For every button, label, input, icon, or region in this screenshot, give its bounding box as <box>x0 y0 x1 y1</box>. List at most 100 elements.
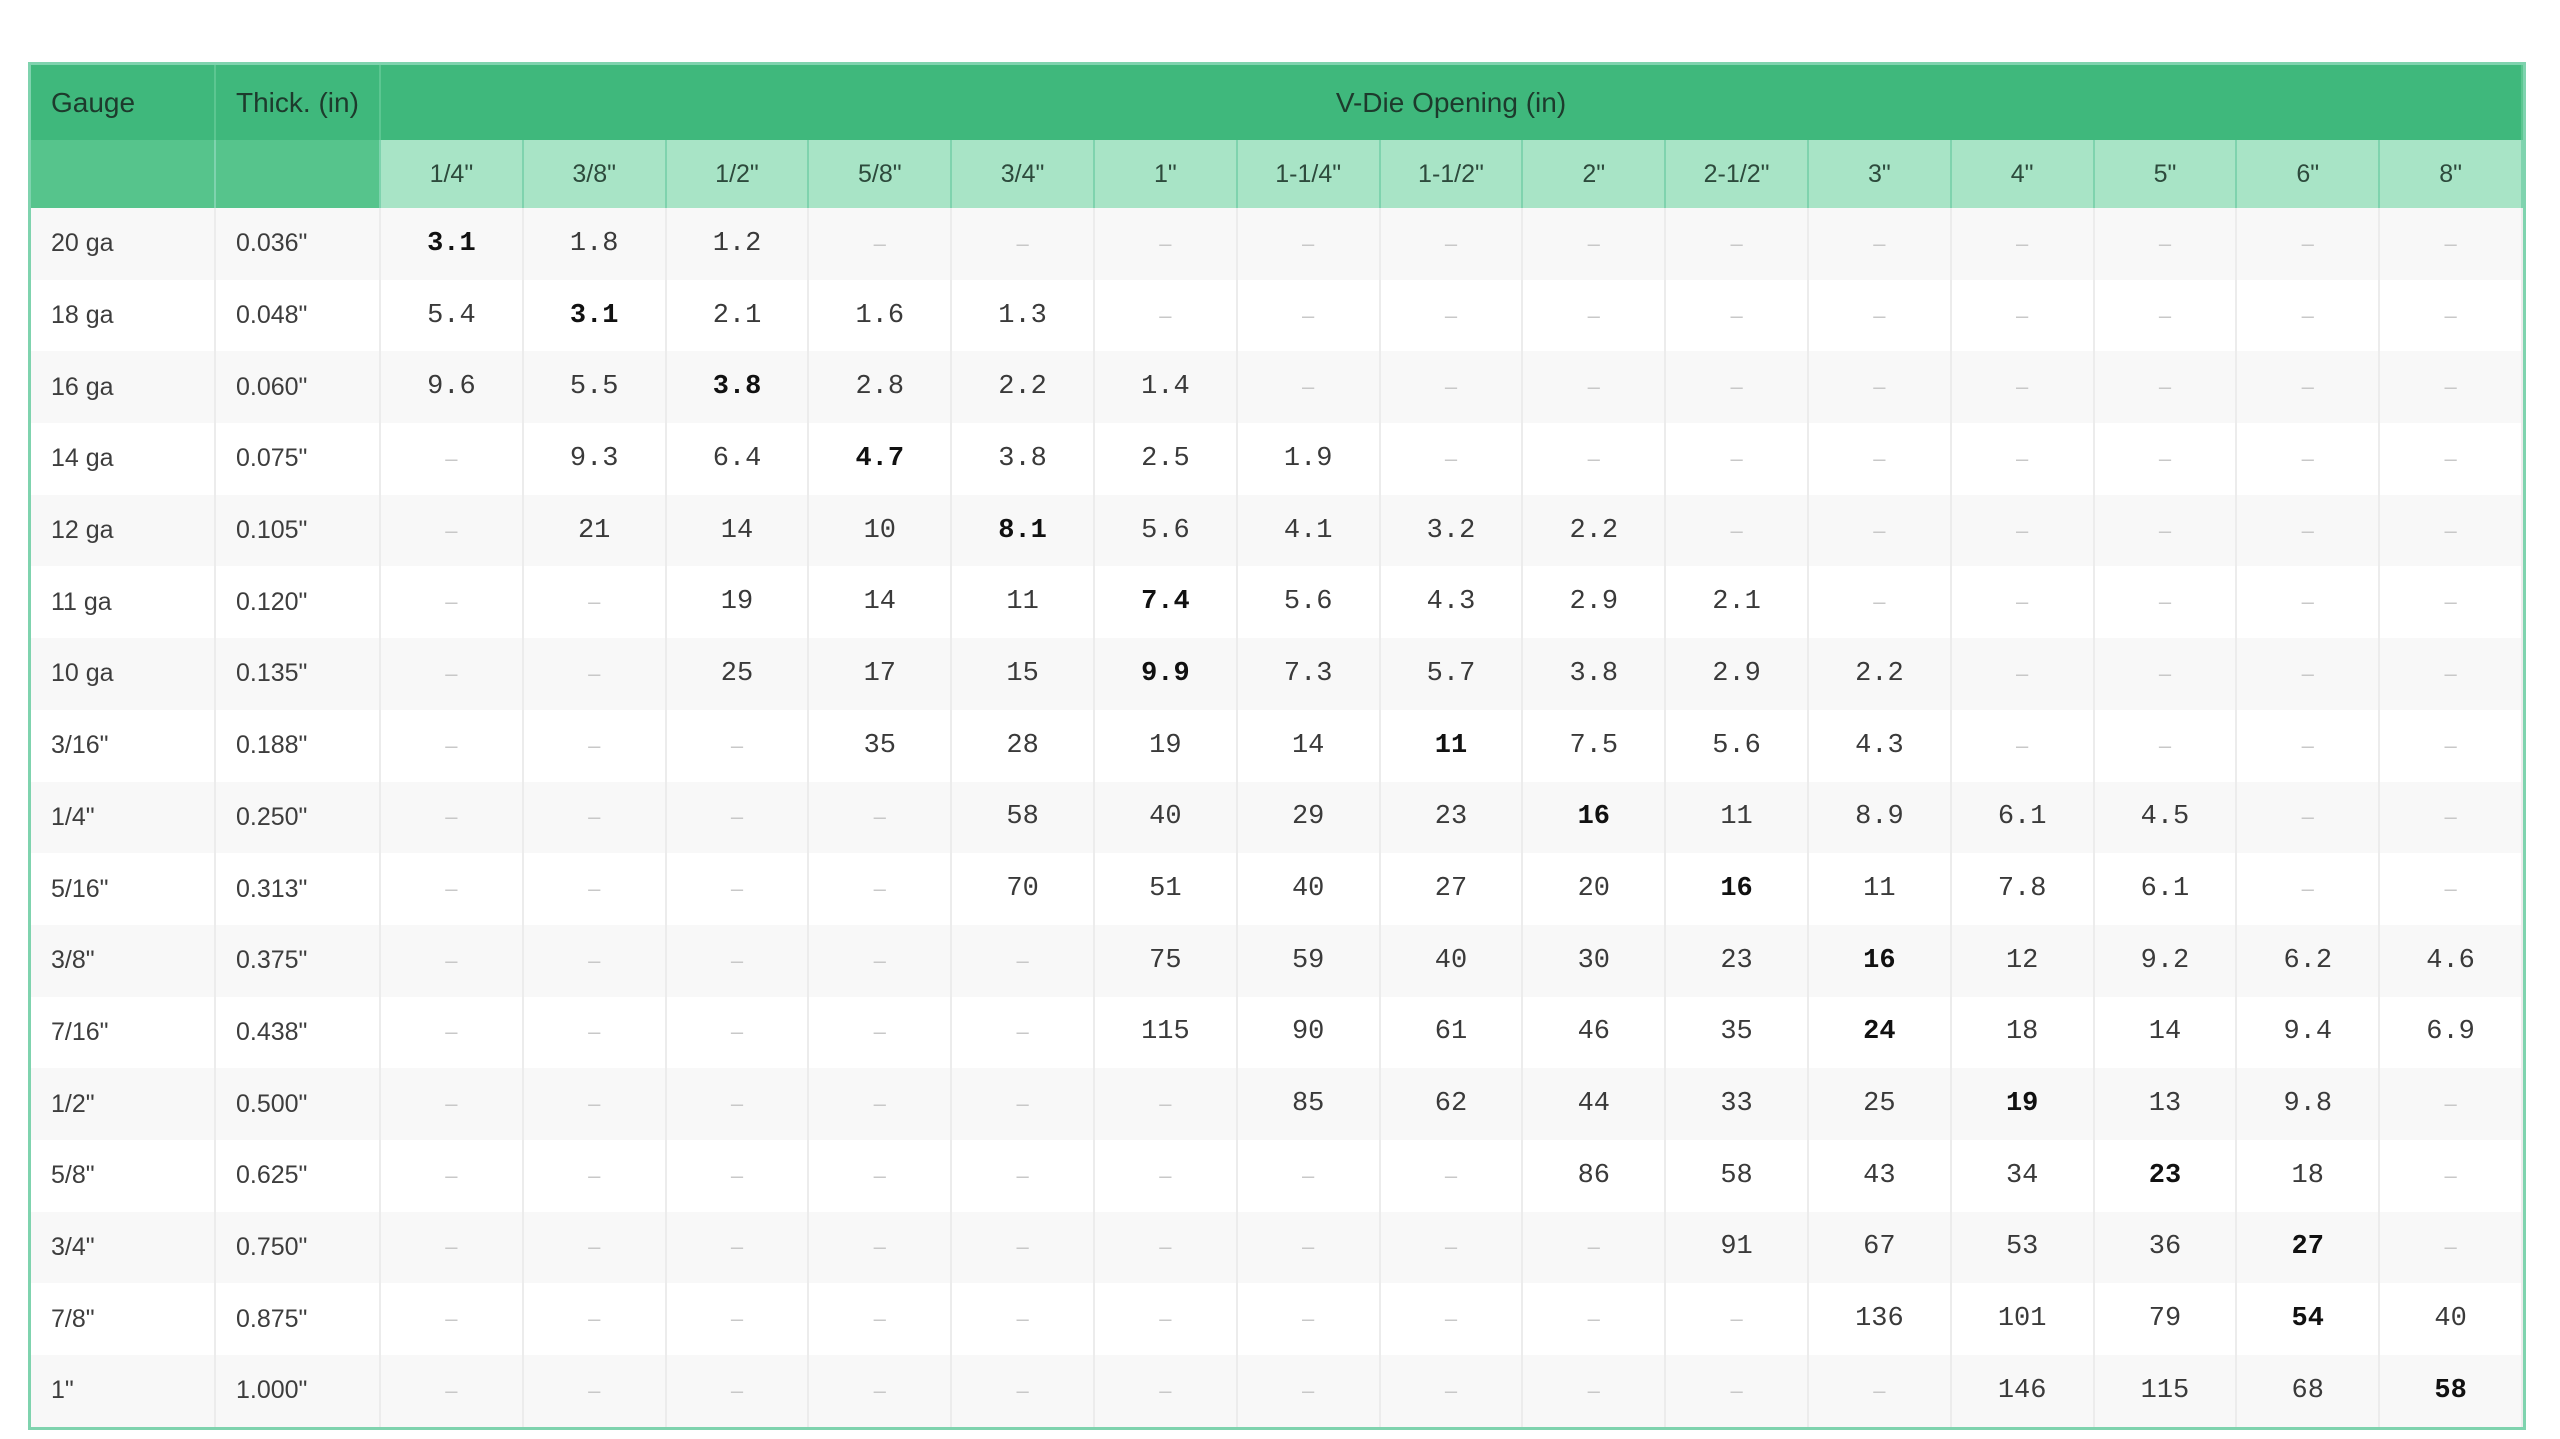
empty-cell: – <box>2236 423 2381 495</box>
empty-cell: – <box>1093 1211 1238 1284</box>
table-row: 11 ga 0.120" – –19 14 11 7.4 5.6 4.3 2.9 2.1– – – – – <box>31 566 2523 639</box>
empty-cell: – <box>665 781 810 854</box>
empty-cell: – <box>2379 566 2523 639</box>
tonnage-cell: 15 <box>951 638 1095 710</box>
empty-cell: – <box>1950 208 2095 280</box>
tonnage-cell: 17 <box>808 638 953 710</box>
tonnage-cell: 14 <box>808 566 953 639</box>
tonnage-cell: 9.8 <box>2236 1068 2381 1140</box>
gauge-subheader-blank <box>31 140 216 208</box>
recommended-tonnage-cell: 58 <box>2379 1355 2523 1427</box>
recommended-tonnage-cell: 16 <box>1807 924 1952 997</box>
press-brake-tonnage-table: Gauge Thick. (in) V-Die Opening (in) 1/4… <box>28 62 2526 1430</box>
tonnage-cell: 59 <box>1236 924 1381 997</box>
tonnage-cell: 9.4 <box>2236 996 2381 1069</box>
tonnage-cell: 11 <box>1807 853 1952 925</box>
empty-cell: – <box>808 1355 953 1427</box>
tonnage-cell: 5.4 <box>380 279 524 352</box>
empty-cell: – <box>1807 494 1952 567</box>
tonnage-cell: 18 <box>2236 1139 2381 1212</box>
thickness-cell: 0.060" <box>215 351 381 424</box>
recommended-tonnage-cell: 24 <box>1807 996 1952 1069</box>
empty-cell: – <box>1665 494 1809 567</box>
gauge-cell: 18 ga <box>31 279 216 352</box>
empty-cell: – <box>380 638 524 710</box>
empty-cell: – <box>2379 208 2523 280</box>
empty-cell: – <box>1950 351 2095 424</box>
empty-cell: – <box>1093 208 1238 280</box>
empty-cell: – <box>1665 423 1809 495</box>
tonnage-cell: 20 <box>1522 853 1667 925</box>
empty-cell: – <box>1807 351 1952 424</box>
recommended-tonnage-cell: 16 <box>1665 853 1809 925</box>
tonnage-cell: 14 <box>665 494 810 567</box>
recommended-tonnage-cell: 16 <box>1522 781 1667 854</box>
tonnage-cell: 115 <box>1093 996 1238 1069</box>
empty-cell: – <box>1379 1211 1524 1284</box>
empty-cell: – <box>1950 709 2095 782</box>
empty-cell: – <box>380 1139 524 1212</box>
tonnage-cell: 2.1 <box>665 279 810 352</box>
recommended-tonnage-cell: 7.4 <box>1093 566 1238 639</box>
empty-cell: – <box>2379 279 2523 352</box>
empty-cell: – <box>951 1139 1095 1212</box>
v-die-opening-header: V-Die Opening (in) <box>380 65 2523 140</box>
empty-cell: – <box>951 1355 1095 1427</box>
empty-cell: – <box>1236 1211 1381 1284</box>
opening-header: 2" <box>1522 140 1667 208</box>
tonnage-cell: 136 <box>1807 1283 1952 1355</box>
tonnage-cell: 51 <box>1093 853 1238 925</box>
empty-cell: – <box>1093 279 1238 352</box>
gauge-cell: 3/4" <box>31 1211 216 1284</box>
empty-cell: – <box>522 566 667 639</box>
recommended-tonnage-cell: 19 <box>1950 1068 2095 1140</box>
empty-cell: – <box>380 423 524 495</box>
empty-cell: – <box>2093 709 2238 782</box>
empty-cell: – <box>1522 1211 1667 1284</box>
empty-cell: – <box>2379 423 2523 495</box>
empty-cell: – <box>2236 709 2381 782</box>
gauge-cell: 5/8" <box>31 1139 216 1212</box>
thickness-cell: 0.105" <box>215 494 381 567</box>
tonnage-cell: 11 <box>1665 781 1809 854</box>
tonnage-grid: Gauge Thick. (in) V-Die Opening (in) 1/4… <box>31 65 2523 1427</box>
table-row: 1" 1.000" – – – – – – – – – – –146 115 68 58 <box>31 1355 2523 1427</box>
empty-cell: – <box>951 1211 1095 1284</box>
empty-cell: – <box>380 709 524 782</box>
table-row: 16 ga 0.060" 9.6 5.5 3.8 2.8 2.2 1.4– – – – – – – – – <box>31 351 2523 424</box>
empty-cell: – <box>1950 638 2095 710</box>
empty-cell: – <box>522 853 667 925</box>
recommended-tonnage-cell: 11 <box>1379 709 1524 782</box>
empty-cell: – <box>808 853 953 925</box>
tonnage-cell: 68 <box>2236 1355 2381 1427</box>
empty-cell: – <box>522 638 667 710</box>
empty-cell: – <box>2379 1211 2523 1284</box>
tonnage-cell: 91 <box>1665 1211 1809 1284</box>
empty-cell: – <box>1665 351 1809 424</box>
tonnage-cell: 85 <box>1236 1068 1381 1140</box>
empty-cell: – <box>1522 1355 1667 1427</box>
gauge-cell: 5/16" <box>31 853 216 925</box>
opening-header: 3/8" <box>522 140 667 208</box>
empty-cell: – <box>808 1068 953 1140</box>
empty-cell: – <box>665 1139 810 1212</box>
gauge-cell: 1" <box>31 1355 216 1427</box>
empty-cell: – <box>2093 208 2238 280</box>
empty-cell: – <box>2236 781 2381 854</box>
tonnage-cell: 90 <box>1236 996 1381 1069</box>
empty-cell: – <box>808 1211 953 1284</box>
tonnage-cell: 40 <box>1236 853 1381 925</box>
tonnage-cell: 6.2 <box>2236 924 2381 997</box>
empty-cell: – <box>1379 1355 1524 1427</box>
empty-cell: – <box>522 924 667 997</box>
tonnage-cell: 1.3 <box>951 279 1095 352</box>
empty-cell: – <box>951 208 1095 280</box>
opening-header: 1-1/4" <box>1236 140 1381 208</box>
empty-cell: – <box>1807 208 1952 280</box>
empty-cell: – <box>522 781 667 854</box>
tonnage-cell: 25 <box>665 638 810 710</box>
tonnage-cell: 1.4 <box>1093 351 1238 424</box>
recommended-tonnage-cell: 54 <box>2236 1283 2381 1355</box>
empty-cell: – <box>2236 279 2381 352</box>
tonnage-cell: 1.9 <box>1236 423 1381 495</box>
